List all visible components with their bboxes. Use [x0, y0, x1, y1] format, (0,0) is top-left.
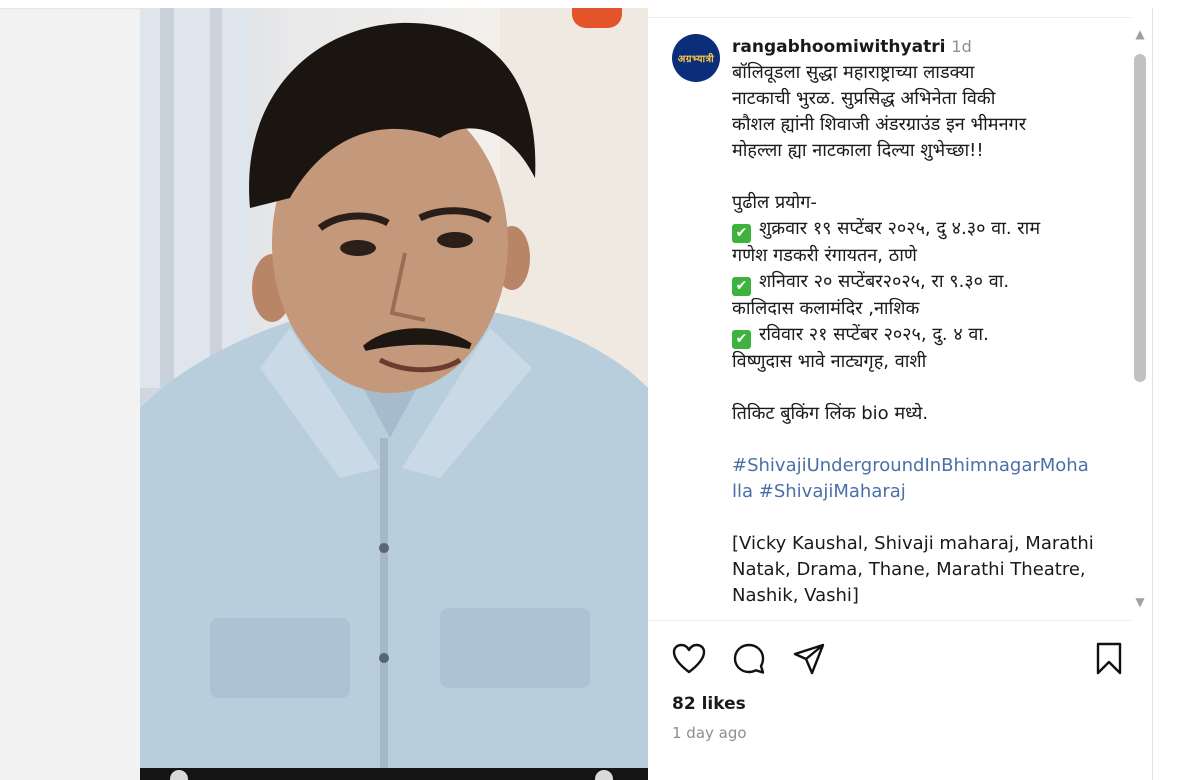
actions-divider	[648, 620, 1132, 621]
post-detail-panel: अग्रभ्यात्री rangabhoomiwithyatri 1d बॉलि…	[648, 8, 1152, 780]
media-control-bar	[140, 768, 648, 780]
show-venue: विष्णुदास भावे नाट्यगृह, वाशी	[732, 351, 927, 372]
username-link[interactable]: rangabhoomiwithyatri	[732, 37, 945, 57]
shirt-button	[379, 653, 389, 663]
schedule-title: पुढील प्रयोग-	[732, 192, 817, 213]
panel-top-line	[648, 17, 1132, 18]
caption-line: मोहल्ला ह्या नाटकाला दिल्या शुभेच्छा!!	[732, 140, 984, 161]
post-media[interactable]	[140, 8, 648, 780]
eye-right	[437, 232, 473, 248]
hashtag-link[interactable]: lla #ShivajiMaharaj	[732, 479, 1116, 505]
ticket-line: तिकिट बुकिंग लिंक bio मध्ये.	[732, 403, 929, 424]
tags-line: Natak, Drama, Thane, Marathi Theatre,	[732, 559, 1086, 580]
audio-toggle-icon[interactable]	[170, 770, 188, 780]
shirt-button	[379, 543, 389, 553]
eye-left	[340, 240, 376, 256]
check-mark-icon: ✔	[732, 330, 751, 349]
comment-icon[interactable]	[730, 640, 768, 678]
media-corner-badge	[572, 8, 622, 28]
check-mark-icon: ✔	[732, 277, 751, 296]
likes-count[interactable]: 82 likes	[672, 694, 746, 714]
tag-icon[interactable]	[595, 770, 613, 780]
show-venue: गणेश गडकरी रंगायतन, ठाणे	[732, 245, 917, 266]
posted-ago: 1 day ago	[672, 724, 747, 742]
window-blind	[160, 8, 174, 388]
show-line: शुक्रवार १९ सप्टेंबर २०२५, दु ४.३० वा. र…	[759, 218, 1041, 239]
show-line: रविवार २१ सप्टेंबर २०२५, दु. ४ वा.	[759, 324, 989, 345]
tags-line: [Vicky Kaushal, Shivaji maharaj, Marathi	[732, 533, 1094, 554]
shirt-placket	[380, 438, 388, 780]
caption-line: कौशल ह्यांनी शिवाजी अंडरग्राउंड इन भीमनग…	[732, 114, 1027, 135]
post-time: 1d	[951, 37, 972, 56]
shirt-pocket-left	[210, 618, 350, 698]
hashtag-link[interactable]: #ShivajiUndergroundInBhimnagarMoha	[732, 453, 1116, 479]
show-line: शनिवार २० सप्टेंबर२०२५, रा ९.३० वा.	[759, 271, 1010, 292]
caption-area: rangabhoomiwithyatri 1d बॉलिवूडला सुद्धा …	[732, 34, 1116, 620]
tags-line: Nashik, Vashi]	[732, 585, 859, 606]
shirt-pocket-right	[440, 608, 590, 688]
scrollbar-thumb[interactable]	[1134, 54, 1146, 382]
post-photo	[140, 8, 648, 780]
right-gutter	[1152, 8, 1200, 780]
caption-line: नाटकाची भुरळ. सुप्रसिद्ध अभिनेता विकी	[732, 88, 996, 109]
show-venue: कालिदास कलामंदिर ,नाशिक	[732, 298, 920, 319]
window-area	[140, 8, 250, 388]
bookmark-icon[interactable]	[1090, 640, 1128, 678]
send-icon[interactable]	[790, 640, 828, 678]
check-mark-icon: ✔	[732, 224, 751, 243]
avatar-label: अग्रभ्यात्री	[677, 54, 715, 65]
window-blind	[210, 8, 222, 388]
scroll-down-icon[interactable]: ▼	[1132, 594, 1148, 610]
heart-icon[interactable]	[670, 640, 708, 678]
caption-line: बॉलिवूडला सुद्धा महाराष्ट्राच्या लाडक्या	[732, 62, 975, 83]
avatar[interactable]: अग्रभ्यात्री	[672, 34, 720, 82]
scroll-up-icon[interactable]: ▲	[1132, 26, 1148, 42]
